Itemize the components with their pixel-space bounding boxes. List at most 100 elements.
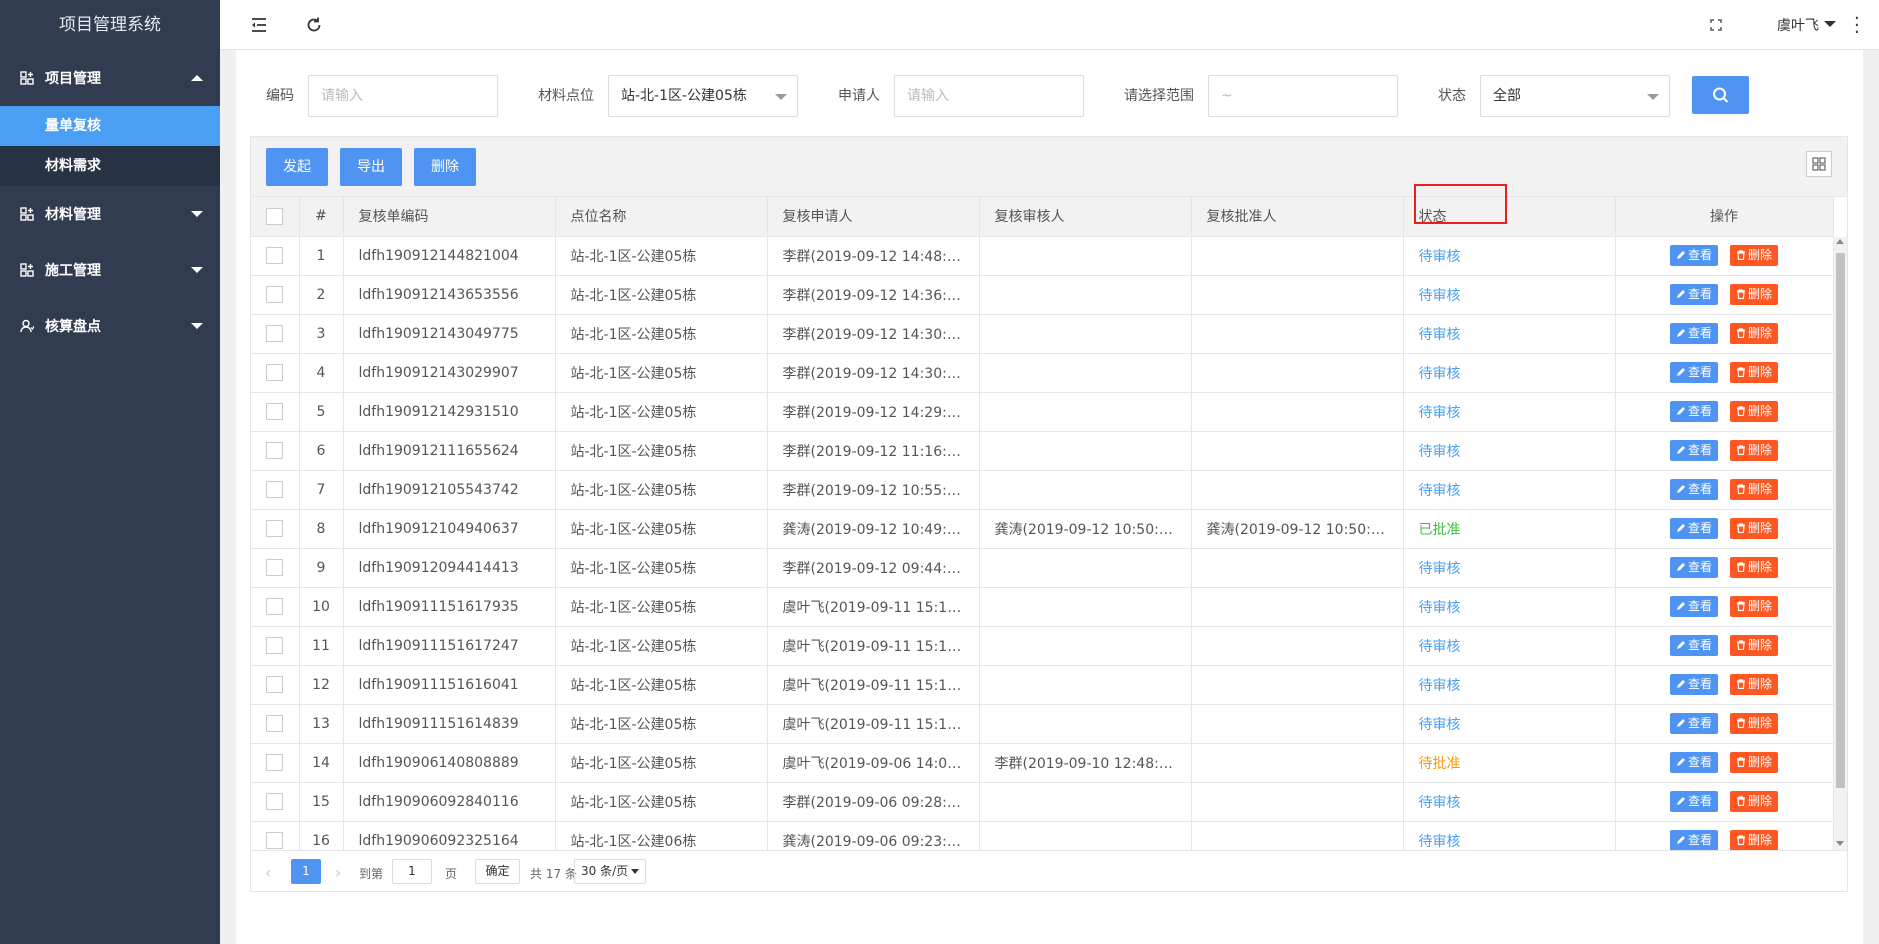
row-checkbox[interactable] — [266, 247, 284, 264]
view-button[interactable]: 查看 — [1669, 401, 1718, 422]
view-button[interactable]: 查看 — [1669, 245, 1718, 266]
row-checkbox[interactable] — [266, 520, 284, 537]
chevron-down-icon[interactable] — [1824, 21, 1836, 27]
vertical-scrollbar[interactable] — [1834, 237, 1847, 850]
applicant-input[interactable]: 请输入 — [894, 75, 1084, 117]
table-row[interactable]: 13 ldfh190911151614839 站-北-1区-公建05栋 虞叶飞(201… — [251, 704, 1834, 744]
table-row[interactable]: 5 ldfh190912142931510 站-北-1区-公建05栋 李群(2019-… — [251, 392, 1834, 432]
row-checkbox[interactable] — [266, 598, 284, 615]
fullscreen-icon[interactable] — [1706, 15, 1726, 35]
menu-fold-icon[interactable] — [249, 15, 269, 35]
submenu-item-material-demand[interactable]: 材料需求 — [0, 146, 220, 186]
row-checkbox[interactable] — [266, 325, 284, 342]
row-checkbox[interactable] — [266, 754, 284, 771]
table-row[interactable]: 7 ldfh190912105543742 站-北-1区-公建05栋 李群(2019-… — [251, 470, 1834, 510]
submenu-item-quantity-review[interactable]: 量单复核 — [0, 106, 220, 146]
row-delete-button[interactable]: 删除 — [1730, 401, 1779, 422]
menu-item-accounting-inventory[interactable]: 核算盘点 — [0, 298, 220, 354]
col-header-approver: 复核批准人 — [1191, 197, 1404, 237]
table-row[interactable]: 10 ldfh190911151617935 站-北-1区-公建05栋 虞叶飞(201… — [251, 587, 1834, 627]
goto-confirm-button[interactable]: 确定 — [475, 859, 520, 884]
table-row[interactable]: 8 ldfh190912104940637 站-北-1区-公建05栋 龚涛(2019-… — [251, 509, 1834, 549]
cell-point: 站-北-1区-公建05栋 — [555, 665, 768, 705]
table-row[interactable]: 9 ldfh190912094414413 站-北-1区-公建05栋 李群(2019-… — [251, 548, 1834, 588]
menu-item-construction-management[interactable]: 施工管理 — [0, 242, 220, 298]
user-name[interactable]: 虞叶飞 — [1777, 15, 1819, 35]
row-delete-button[interactable]: 删除 — [1730, 518, 1779, 539]
table-row[interactable]: 15 ldfh190906092840116 站-北-1区-公建05栋 李群(2019… — [251, 782, 1834, 822]
scroll-up-icon[interactable] — [1836, 239, 1844, 244]
table-row[interactable]: 6 ldfh190912111655624 站-北-1区-公建05栋 李群(2019-… — [251, 431, 1834, 471]
more-vertical-icon[interactable]: · · · — [1854, 10, 1860, 42]
view-button[interactable]: 查看 — [1669, 674, 1718, 695]
row-checkbox[interactable] — [266, 403, 284, 420]
select-all-checkbox[interactable] — [266, 207, 284, 225]
page-1-button[interactable]: 1 — [291, 859, 321, 884]
table-row[interactable]: 16 ldfh190906092325164 站-北-1区-公建06栋 龚涛(2019… — [251, 821, 1834, 850]
view-button[interactable]: 查看 — [1669, 362, 1718, 383]
view-button[interactable]: 查看 — [1669, 752, 1718, 773]
row-checkbox[interactable] — [266, 442, 284, 459]
view-button[interactable]: 查看 — [1669, 557, 1718, 578]
row-checkbox[interactable] — [266, 715, 284, 732]
view-button[interactable]: 查看 — [1669, 713, 1718, 734]
view-button[interactable]: 查看 — [1669, 635, 1718, 656]
row-delete-button[interactable]: 删除 — [1730, 674, 1779, 695]
create-button[interactable]: 发起 — [266, 148, 328, 186]
delete-button[interactable]: 删除 — [414, 148, 476, 186]
row-delete-button[interactable]: 删除 — [1730, 596, 1779, 617]
row-delete-button[interactable]: 删除 — [1730, 323, 1779, 344]
menu-item-project-management[interactable]: 项目管理 — [0, 50, 220, 106]
scroll-down-icon[interactable] — [1836, 841, 1844, 846]
page-size-select[interactable]: 30 条/页 — [574, 859, 646, 884]
row-checkbox[interactable] — [266, 637, 284, 654]
table-row[interactable]: 3 ldfh190912143049775 站-北-1区-公建05栋 李群(2019-… — [251, 314, 1834, 354]
view-button[interactable]: 查看 — [1669, 440, 1718, 461]
table-row[interactable]: 2 ldfh190912143653556 站-北-1区-公建05栋 李群(2019-… — [251, 275, 1834, 315]
table-row[interactable]: 11 ldfh190911151617247 站-北-1区-公建05栋 虞叶飞(201… — [251, 626, 1834, 666]
table-row[interactable]: 1 ldfh190912144821004 站-北-1区-公建05栋 李群(2019-… — [251, 236, 1834, 276]
row-delete-button[interactable]: 删除 — [1730, 830, 1779, 850]
table-row[interactable]: 4 ldfh190912143029907 站-北-1区-公建05栋 李群(2019-… — [251, 353, 1834, 393]
row-checkbox[interactable] — [266, 286, 284, 303]
scrollbar-thumb[interactable] — [1836, 253, 1845, 788]
view-button[interactable]: 查看 — [1669, 479, 1718, 500]
next-page-icon[interactable]: › — [335, 863, 341, 882]
status-select[interactable]: 全部 — [1480, 75, 1670, 117]
row-checkbox[interactable] — [266, 559, 284, 576]
point-select[interactable]: 站-北-1区-公建05栋 — [608, 75, 798, 117]
row-delete-button[interactable]: 删除 — [1730, 752, 1779, 773]
row-delete-button[interactable]: 删除 — [1730, 635, 1779, 656]
row-checkbox[interactable] — [266, 793, 284, 810]
row-delete-button[interactable]: 删除 — [1730, 245, 1779, 266]
export-button[interactable]: 导出 — [340, 148, 402, 186]
status-select-value: 全部 — [1493, 88, 1521, 104]
row-checkbox[interactable] — [266, 676, 284, 693]
view-button[interactable]: 查看 — [1669, 596, 1718, 617]
row-checkbox[interactable] — [266, 832, 284, 849]
code-input[interactable]: 请输入 — [308, 75, 498, 117]
view-button[interactable]: 查看 — [1669, 284, 1718, 305]
row-delete-button[interactable]: 删除 — [1730, 284, 1779, 305]
row-delete-button[interactable]: 删除 — [1730, 362, 1779, 383]
prev-page-icon[interactable]: ‹ — [265, 863, 271, 882]
view-button[interactable]: 查看 — [1669, 791, 1718, 812]
row-checkbox[interactable] — [266, 481, 284, 498]
view-button[interactable]: 查看 — [1669, 518, 1718, 539]
date-range-input[interactable]: ~ — [1208, 75, 1398, 117]
row-delete-button[interactable]: 删除 — [1730, 440, 1779, 461]
column-filter-button[interactable] — [1806, 151, 1832, 177]
row-checkbox[interactable] — [266, 364, 284, 381]
goto-page-input[interactable]: 1 — [392, 859, 432, 884]
row-delete-button[interactable]: 删除 — [1730, 791, 1779, 812]
refresh-icon[interactable] — [304, 15, 324, 35]
view-button[interactable]: 查看 — [1669, 323, 1718, 344]
search-button[interactable] — [1692, 76, 1749, 114]
table-row[interactable]: 12 ldfh190911151616041 站-北-1区-公建05栋 虞叶飞(201… — [251, 665, 1834, 705]
menu-item-material-management[interactable]: 材料管理 — [0, 186, 220, 242]
table-row[interactable]: 14 ldfh190906140808889 站-北-1区-公建05栋 虞叶飞(201… — [251, 743, 1834, 783]
row-delete-button[interactable]: 删除 — [1730, 557, 1779, 578]
view-button[interactable]: 查看 — [1669, 830, 1718, 850]
row-delete-button[interactable]: 删除 — [1730, 479, 1779, 500]
row-delete-button[interactable]: 删除 — [1730, 713, 1779, 734]
